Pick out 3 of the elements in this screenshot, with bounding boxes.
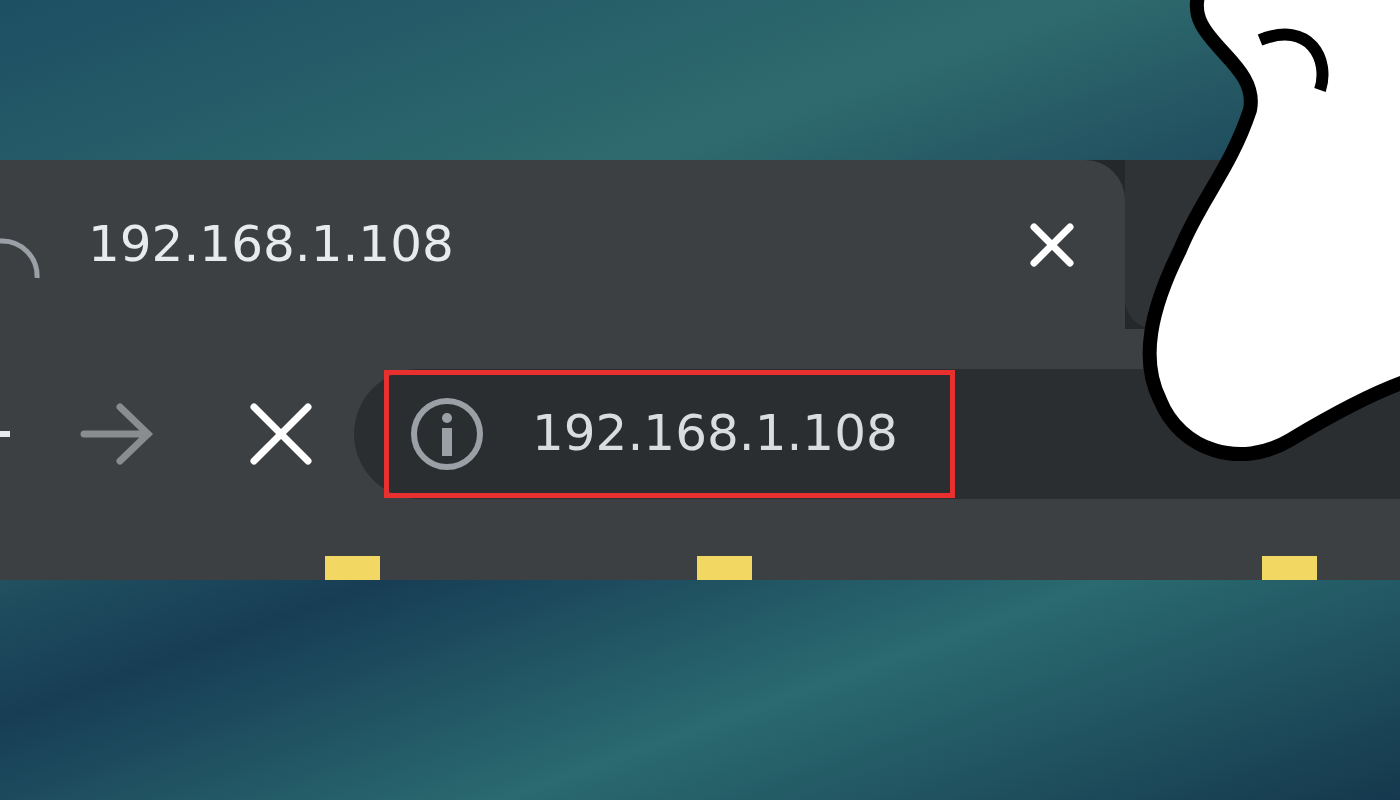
close-icon[interactable] [248,400,314,467]
tab-title[interactable]: 192.168.1.108 [88,207,454,283]
close-icon[interactable] [1029,221,1075,268]
